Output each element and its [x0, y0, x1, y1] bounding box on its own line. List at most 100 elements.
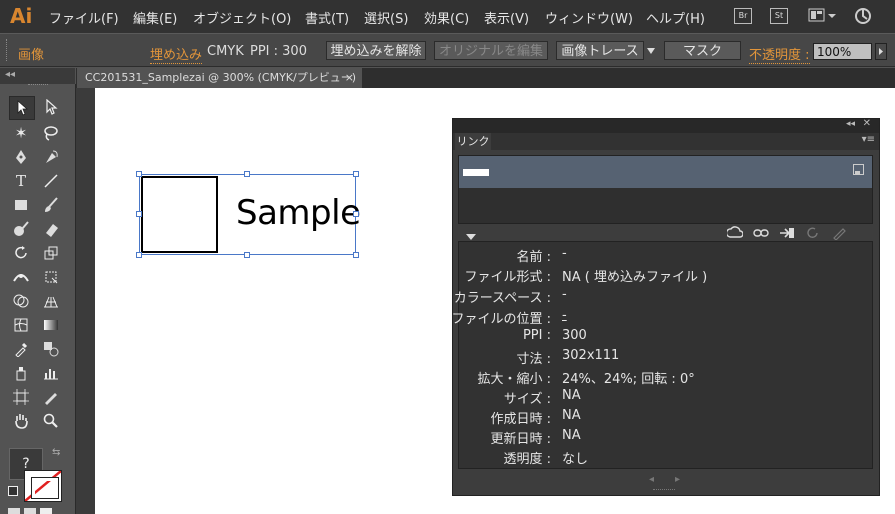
- color-mode-icon[interactable]: [8, 508, 20, 514]
- info-label: カラースペース :: [453, 291, 551, 306]
- handle-bottom-left[interactable]: [136, 252, 142, 258]
- hand-tool-icon[interactable]: [9, 410, 33, 432]
- menu-type[interactable]: 書式(T): [305, 8, 349, 27]
- opacity-arrow-icon[interactable]: [875, 43, 887, 60]
- info-label: 作成日時 :: [490, 412, 551, 427]
- menu-file[interactable]: ファイル(F): [49, 8, 119, 27]
- menu-help[interactable]: ヘルプ(H): [646, 8, 705, 27]
- free-transform-tool-icon[interactable]: [39, 266, 63, 288]
- info-value: NA: [562, 428, 581, 443]
- color-mode-label: CMYK: [207, 44, 244, 59]
- handle-middle-right[interactable]: [353, 211, 359, 217]
- info-row-dimensions: 寸法 : 302x111: [458, 348, 873, 367]
- eraser-tool-icon[interactable]: [39, 218, 63, 240]
- direct-selection-tool-icon[interactable]: [39, 96, 63, 118]
- info-label: ファイル形式 :: [464, 270, 551, 285]
- menu-select[interactable]: 選択(S): [364, 8, 408, 27]
- width-tool-icon[interactable]: [9, 266, 33, 288]
- info-label: 名前 :: [516, 250, 551, 265]
- toolbox-grip[interactable]: [28, 84, 48, 88]
- handle-top-left[interactable]: [136, 171, 142, 177]
- edit-original-button[interactable]: オリジナルを編集: [434, 41, 548, 60]
- control-bar: 画像 埋め込み CMYK PPI : 300 埋め込みを解除 オリジナルを編集 …: [0, 33, 895, 67]
- document-tab[interactable]: CC201531_Samplezai @ 300% (CMYK/プレビュー) ×: [77, 68, 362, 88]
- magic-wand-tool-icon[interactable]: ✶: [9, 122, 33, 144]
- image-trace-button[interactable]: 画像トレース: [556, 41, 644, 60]
- blend-tool-icon[interactable]: [39, 338, 63, 360]
- unembed-button[interactable]: 埋め込みを解除: [326, 41, 426, 60]
- handle-middle-left[interactable]: [136, 211, 142, 217]
- info-label: ファイルの位置 :: [451, 312, 551, 327]
- artwork-text: Sample: [236, 193, 361, 233]
- handle-bottom-middle[interactable]: [244, 252, 250, 258]
- perspective-grid-tool-icon[interactable]: [39, 290, 63, 312]
- info-label: 更新日時 :: [490, 432, 551, 447]
- zoom-tool-icon[interactable]: [39, 410, 63, 432]
- eyedropper-tool-icon[interactable]: [9, 338, 33, 360]
- links-tab[interactable]: リンク: [455, 133, 491, 150]
- selected-image-bounding-box[interactable]: Sample: [139, 174, 361, 255]
- close-tab-icon[interactable]: ×: [345, 68, 354, 88]
- opacity-input[interactable]: 100%: [813, 43, 872, 60]
- scale-tool-icon[interactable]: [39, 242, 63, 264]
- links-list-item-selected[interactable]: [459, 156, 872, 188]
- paintbrush-tool-icon[interactable]: [39, 194, 63, 216]
- handle-bottom-right[interactable]: [353, 252, 359, 258]
- panel-menu-icon[interactable]: ▾≡: [862, 134, 875, 145]
- info-value-link[interactable]: -: [562, 308, 567, 323]
- bridge-button[interactable]: Br: [734, 8, 752, 24]
- app-logo: Ai: [10, 4, 33, 28]
- slice-tool-icon[interactable]: [39, 386, 63, 408]
- menu-bar: Ai ファイル(F) 編集(E) オブジェクト(O) 書式(T) 選択(S) 効…: [0, 0, 895, 33]
- opacity-label[interactable]: 不透明度 :: [749, 44, 810, 64]
- image-trace-dropdown-icon[interactable]: [646, 45, 656, 60]
- mesh-tool-icon[interactable]: [9, 314, 33, 336]
- links-list: [458, 155, 873, 224]
- symbol-sprayer-tool-icon[interactable]: [9, 362, 33, 384]
- curvature-tool-icon[interactable]: [39, 146, 63, 168]
- info-value: NA ( 埋め込みファイル ): [562, 270, 708, 285]
- type-tool-icon[interactable]: T: [9, 170, 33, 192]
- blob-brush-tool-icon[interactable]: [9, 218, 33, 240]
- column-graph-tool-icon[interactable]: [39, 362, 63, 384]
- panel-collapse-icon[interactable]: ◂◂: [846, 119, 855, 129]
- handle-top-middle[interactable]: [244, 171, 250, 177]
- default-colors-icon[interactable]: [8, 486, 18, 496]
- control-bar-grip[interactable]: [6, 39, 10, 61]
- line-segment-tool-icon[interactable]: [39, 170, 63, 192]
- menu-window[interactable]: ウィンドウ(W): [545, 8, 633, 27]
- gradient-mode-icon[interactable]: [24, 508, 36, 514]
- menu-edit[interactable]: 編集(E): [133, 8, 177, 27]
- gradient-tool-icon[interactable]: [39, 314, 63, 336]
- menu-view[interactable]: 表示(V): [484, 8, 529, 27]
- menu-effect[interactable]: 効果(C): [424, 8, 469, 27]
- mask-button[interactable]: マスク: [664, 41, 741, 60]
- artboard-tool-icon[interactable]: [9, 386, 33, 408]
- toolbox-header[interactable]: ◂◂: [0, 68, 75, 84]
- info-value: -: [562, 287, 567, 302]
- links-panel-titlebar[interactable]: ◂◂ ✕: [453, 118, 879, 133]
- panel-resize-grip[interactable]: [653, 489, 675, 493]
- none-mode-icon[interactable]: [40, 508, 52, 514]
- stroke-color-swatch[interactable]: [31, 477, 59, 499]
- selection-tool-icon[interactable]: [9, 96, 35, 120]
- handle-top-right[interactable]: [353, 171, 359, 177]
- previous-link-icon[interactable]: ◂: [649, 474, 654, 485]
- panel-close-icon[interactable]: ✕: [863, 118, 871, 129]
- embedded-link[interactable]: 埋め込み: [150, 44, 203, 64]
- pen-tool-icon[interactable]: [9, 146, 33, 168]
- sync-settings-icon[interactable]: [852, 6, 874, 30]
- info-row-created: 作成日時 : NA: [458, 408, 873, 427]
- info-row-size: サイズ : NA: [458, 388, 873, 407]
- stock-button[interactable]: St: [770, 8, 788, 24]
- lasso-tool-icon[interactable]: [39, 122, 63, 144]
- collapse-icon[interactable]: ◂◂: [5, 69, 15, 80]
- rectangle-tool-icon[interactable]: [9, 194, 33, 216]
- info-value: -: [562, 246, 567, 261]
- next-link-icon[interactable]: ▸: [675, 474, 680, 485]
- workspace-layout-icon[interactable]: [808, 8, 836, 23]
- rotate-tool-icon[interactable]: [9, 242, 33, 264]
- swap-colors-icon[interactable]: ⇆: [52, 447, 60, 458]
- shape-builder-tool-icon[interactable]: [9, 290, 33, 312]
- menu-object[interactable]: オブジェクト(O): [193, 8, 291, 27]
